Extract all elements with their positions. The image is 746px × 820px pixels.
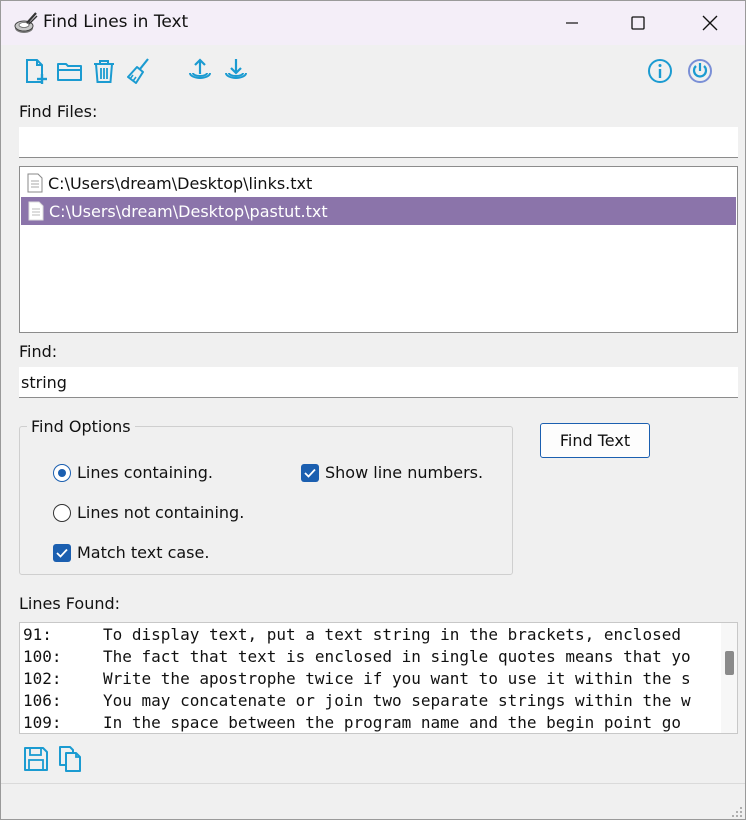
about-button[interactable]	[645, 56, 675, 86]
open-folder-button[interactable]	[55, 56, 85, 86]
upload-button[interactable]	[185, 56, 215, 86]
line-number: 106:	[23, 691, 62, 710]
find-files-input[interactable]	[19, 127, 738, 158]
open-folder-icon	[57, 63, 82, 81]
match-case-checkbox[interactable]: Match text case.	[53, 543, 209, 562]
info-icon	[648, 59, 672, 83]
file-list[interactable]: C:\Users\dream\Desktop\links.txt C:\User…	[19, 166, 738, 333]
resize-grip-icon[interactable]	[731, 806, 743, 818]
checkmark-icon	[53, 543, 71, 562]
results-scrollbar[interactable]	[721, 623, 737, 733]
file-list-item[interactable]: C:\Users\dream\Desktop\links.txt	[20, 169, 737, 197]
download-icon	[225, 59, 247, 79]
lines-not-containing-label: Lines not containing.	[77, 503, 245, 522]
broom-icon	[127, 58, 149, 84]
find-options-title: Find Options	[27, 417, 135, 436]
match-case-label: Match text case.	[77, 543, 210, 562]
save-icon	[24, 747, 48, 771]
status-bar	[1, 783, 745, 819]
file-list-item-selected[interactable]: C:\Users\dream\Desktop\pastut.txt	[21, 197, 736, 225]
text-file-icon	[28, 201, 44, 221]
text-file-icon	[27, 173, 43, 193]
show-line-numbers-checkbox[interactable]: Show line numbers.	[301, 463, 483, 482]
find-files-label: Find Files:	[19, 102, 98, 121]
close-button[interactable]	[687, 1, 733, 45]
find-label: Find:	[19, 342, 58, 361]
upload-icon	[189, 58, 211, 79]
lines-containing-radio[interactable]: Lines containing.	[53, 463, 213, 482]
maximize-button[interactable]	[615, 1, 661, 45]
line-text: You may concatenate or join two separate…	[103, 691, 691, 710]
new-file-icon	[26, 59, 47, 84]
result-row[interactable]: 109: In the space between the program na…	[23, 713, 681, 733]
scrollbar-thumb[interactable]	[725, 651, 734, 675]
power-icon	[688, 59, 712, 83]
find-input[interactable]: string	[19, 367, 738, 398]
app-logo-icon	[14, 12, 38, 33]
line-text: The fact that text is enclosed in single…	[103, 647, 691, 666]
line-text: Write the apostrophe twice if you want t…	[103, 669, 691, 688]
copy-icon	[59, 746, 81, 772]
radio-unchecked-icon	[53, 503, 71, 522]
window-title: Find Lines in Text	[43, 12, 189, 32]
file-path: C:\Users\dream\Desktop\links.txt	[48, 173, 313, 193]
exit-button[interactable]	[685, 56, 715, 86]
line-number: 100:	[23, 647, 62, 666]
copy-button[interactable]	[55, 744, 85, 774]
find-text-button[interactable]: Find Text	[540, 423, 650, 458]
lines-found-label: Lines Found:	[19, 594, 121, 613]
line-number: 109:	[23, 713, 62, 732]
clear-button[interactable]	[124, 56, 154, 86]
file-path: C:\Users\dream\Desktop\pastut.txt	[49, 201, 328, 221]
trash-icon	[94, 60, 114, 83]
title-bar[interactable]: Find Lines in Text	[1, 1, 745, 45]
line-text: To display text, put a text string in th…	[103, 625, 681, 644]
line-number: 102:	[23, 669, 62, 688]
results-list[interactable]: 91: To display text, put a text string i…	[19, 622, 738, 734]
close-icon	[702, 15, 718, 31]
lines-containing-label: Lines containing.	[77, 463, 213, 482]
app-window: Find Lines in Text Find Files: C:\Users\…	[0, 0, 746, 820]
maximize-icon	[631, 16, 645, 30]
show-line-numbers-label: Show line numbers.	[325, 463, 484, 482]
lines-not-containing-radio[interactable]: Lines not containing.	[53, 503, 244, 522]
save-button[interactable]	[21, 744, 51, 774]
minimize-button[interactable]	[549, 1, 595, 45]
line-number: 91:	[23, 625, 52, 644]
download-button[interactable]	[221, 56, 251, 86]
checkmark-icon	[301, 463, 319, 482]
line-text: In the space between the program name an…	[103, 713, 681, 732]
new-file-button[interactable]	[21, 56, 51, 86]
radio-checked-icon	[53, 463, 71, 482]
delete-button[interactable]	[89, 56, 119, 86]
minimize-icon	[566, 22, 578, 24]
